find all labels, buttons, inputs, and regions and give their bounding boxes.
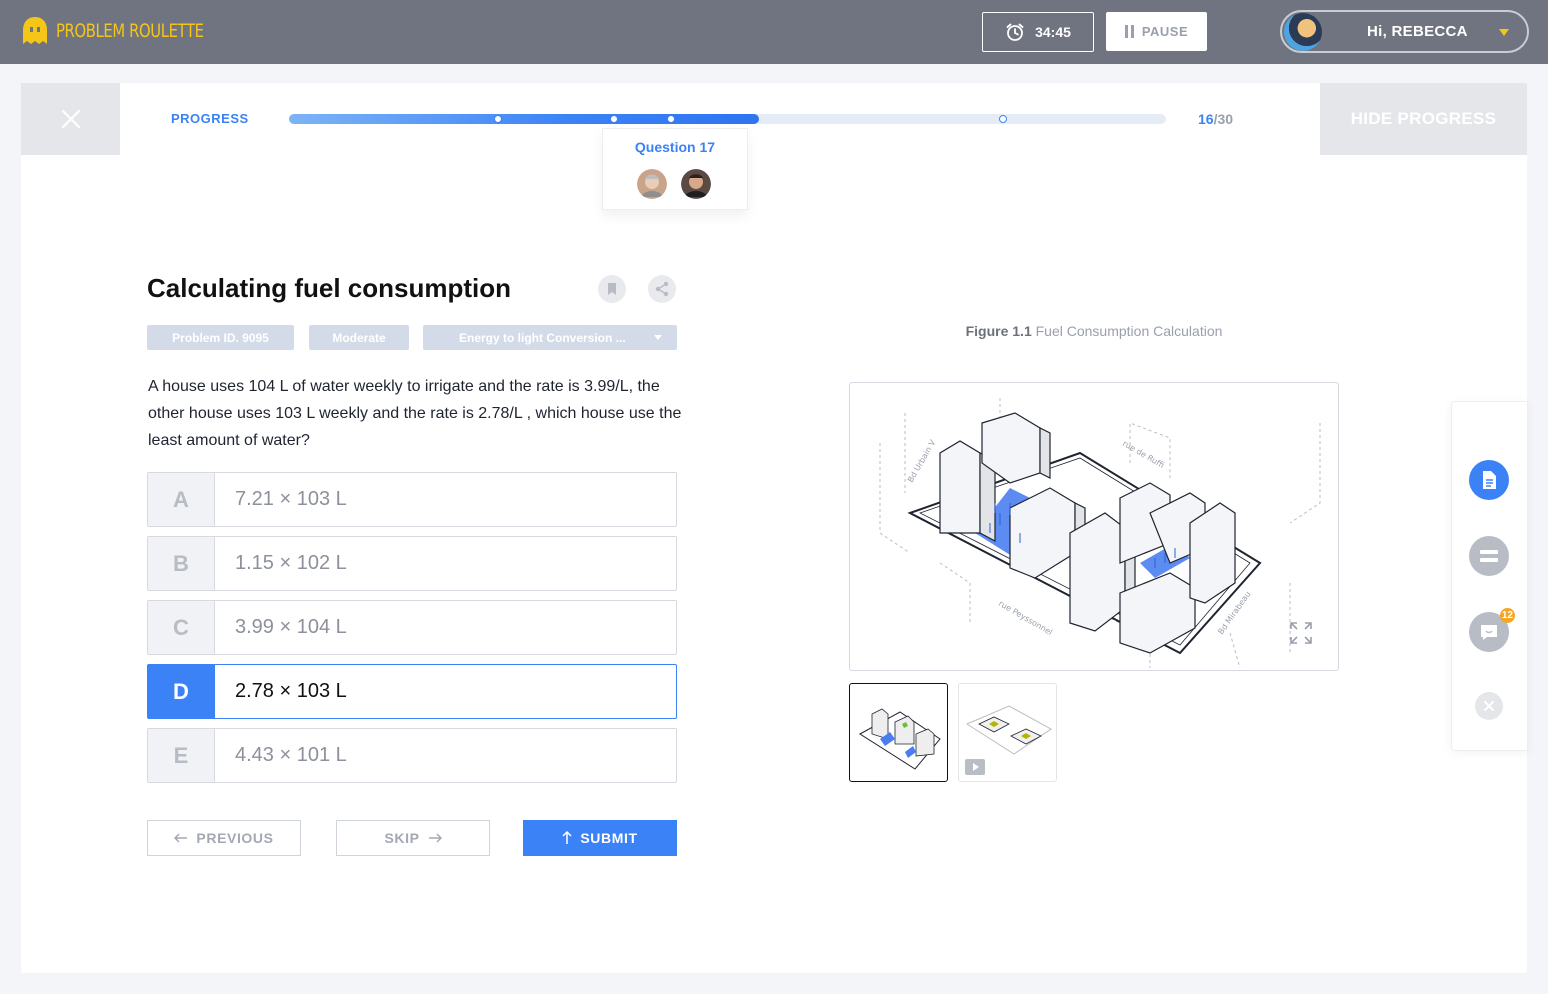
figure-caption: Figure 1.1 Fuel Consumption Calculation [849,323,1339,339]
option-value: 7.21 × 103 L [235,488,347,510]
progress-marker[interactable] [494,115,502,123]
progress-marker[interactable] [999,115,1007,123]
option-value: 3.99 × 104 L [235,616,347,638]
street-label: rue de Ruffi [1121,439,1166,470]
close-panel-button[interactable] [1475,692,1503,720]
equals-icon [1480,550,1498,562]
answer-option-c[interactable]: C 3.99 × 104 L [147,600,677,655]
progress-marker[interactable] [610,115,618,123]
skip-button[interactable]: SKIP [336,820,490,856]
side-tool-panel: 12 [1451,401,1528,751]
hide-progress-button[interactable]: HIDE PROGRESS [1320,83,1527,155]
expand-icon[interactable] [1289,621,1313,645]
option-letter: A [148,473,215,526]
pause-label: PAUSE [1141,24,1189,39]
avatar [637,169,667,199]
previous-label: PREVIOUS [196,830,274,846]
pause-icon [1124,25,1134,38]
progress-total: 30 [1217,111,1234,127]
answer-option-a[interactable]: A 7.21 × 103 L [147,472,677,527]
question-text: A house uses 104 L of water weekly to ir… [148,378,682,449]
progress-count: 16/30 [1198,111,1233,127]
arrow-up-icon [562,831,572,844]
top-bar: PROBLEM ROULETTE 34:45 PAUSE Hi, REBECCA [0,0,1548,64]
close-icon [1484,701,1494,711]
calculator-button[interactable] [1469,536,1509,576]
previous-button[interactable]: PREVIOUS [147,820,301,856]
building-diagram: Bd Urbain V rue de Ruffi rue Peyssonnel … [879,398,1321,669]
user-greeting: Hi, REBECCA [1367,23,1468,40]
close-icon [61,109,80,129]
user-menu[interactable]: Hi, REBECCA [1280,10,1529,53]
skip-label: SKIP [384,830,420,846]
street-label: rue Peyssonnel [997,599,1054,637]
option-value: 1.15 × 102 L [235,552,347,574]
street-label: Bd Urbain V [906,438,938,484]
progress-label: PROGRESS [171,111,249,126]
progress-fill [289,114,760,124]
video-play-icon [965,759,985,775]
arrow-left-icon [174,833,188,843]
option-letter: D [148,665,215,718]
question-title: Calculating fuel consumption [147,273,512,303]
figure-caption-text: Fuel Consumption Calculation [1035,323,1223,339]
thumbnail-image [859,708,941,770]
pause-button[interactable]: PAUSE [1106,12,1207,51]
notes-button[interactable] [1469,460,1509,500]
app-logo[interactable]: PROBLEM ROULETTE [22,16,245,46]
bookmark-button[interactable] [598,275,626,303]
caret-down-icon [654,335,662,340]
option-letter: E [148,729,215,782]
figure-number: Figure 1.1 [965,323,1032,339]
topic-label: Energy to light Conversion ... [459,330,626,345]
answer-option-e[interactable]: E 4.43 × 101 L [147,728,677,783]
option-value: 2.78 × 103 L [235,680,347,702]
document-icon [1483,471,1496,489]
app-name: PROBLEM ROULETTE [56,20,204,42]
chat-count-badge: 12 [1499,608,1515,623]
timer-display[interactable]: 34:45 [982,12,1094,52]
close-button[interactable] [21,83,120,155]
question-card: PROGRESS 16/30 HIDE PROGRESS Question 17… [21,83,1527,973]
option-letter: C [148,601,215,654]
progress-current: 16 [1198,111,1214,127]
chevron-down-icon [1499,29,1509,36]
option-value: 4.43 × 101 L [235,744,347,766]
arrow-right-icon [428,833,442,843]
answer-option-b[interactable]: B 1.15 × 102 L [147,536,677,591]
figure-thumbnail[interactable] [849,683,948,782]
video-thumbnail[interactable] [958,683,1057,782]
option-letter: B [148,537,215,590]
avatar [681,169,711,199]
share-icon [655,281,669,297]
share-button[interactable] [648,275,676,303]
avatar [1284,12,1322,51]
alarm-clock-icon [1006,23,1024,41]
progress-marker-current[interactable] [667,115,675,123]
popover-title: Question 17 [634,139,716,155]
chat-button[interactable]: 12 [1469,608,1515,652]
progress-track[interactable] [289,114,1166,124]
chat-icon [1481,625,1497,640]
topic-select[interactable]: Energy to light Conversion ... [423,325,677,350]
submit-button[interactable]: SUBMIT [523,820,677,856]
bookmark-icon [608,283,616,295]
difficulty-tag: Moderate [309,325,409,350]
question-popover: Question 17 [602,128,748,210]
figure-image[interactable]: Bd Urbain V rue de Ruffi rue Peyssonnel … [849,382,1339,671]
submit-label: SUBMIT [580,830,638,846]
ghost-logo-icon [23,17,47,44]
problem-id-tag: Problem ID. 9095 [147,325,294,350]
timer-value: 34:45 [1035,24,1071,40]
answer-option-d[interactable]: D 2.78 × 103 L [147,664,677,719]
